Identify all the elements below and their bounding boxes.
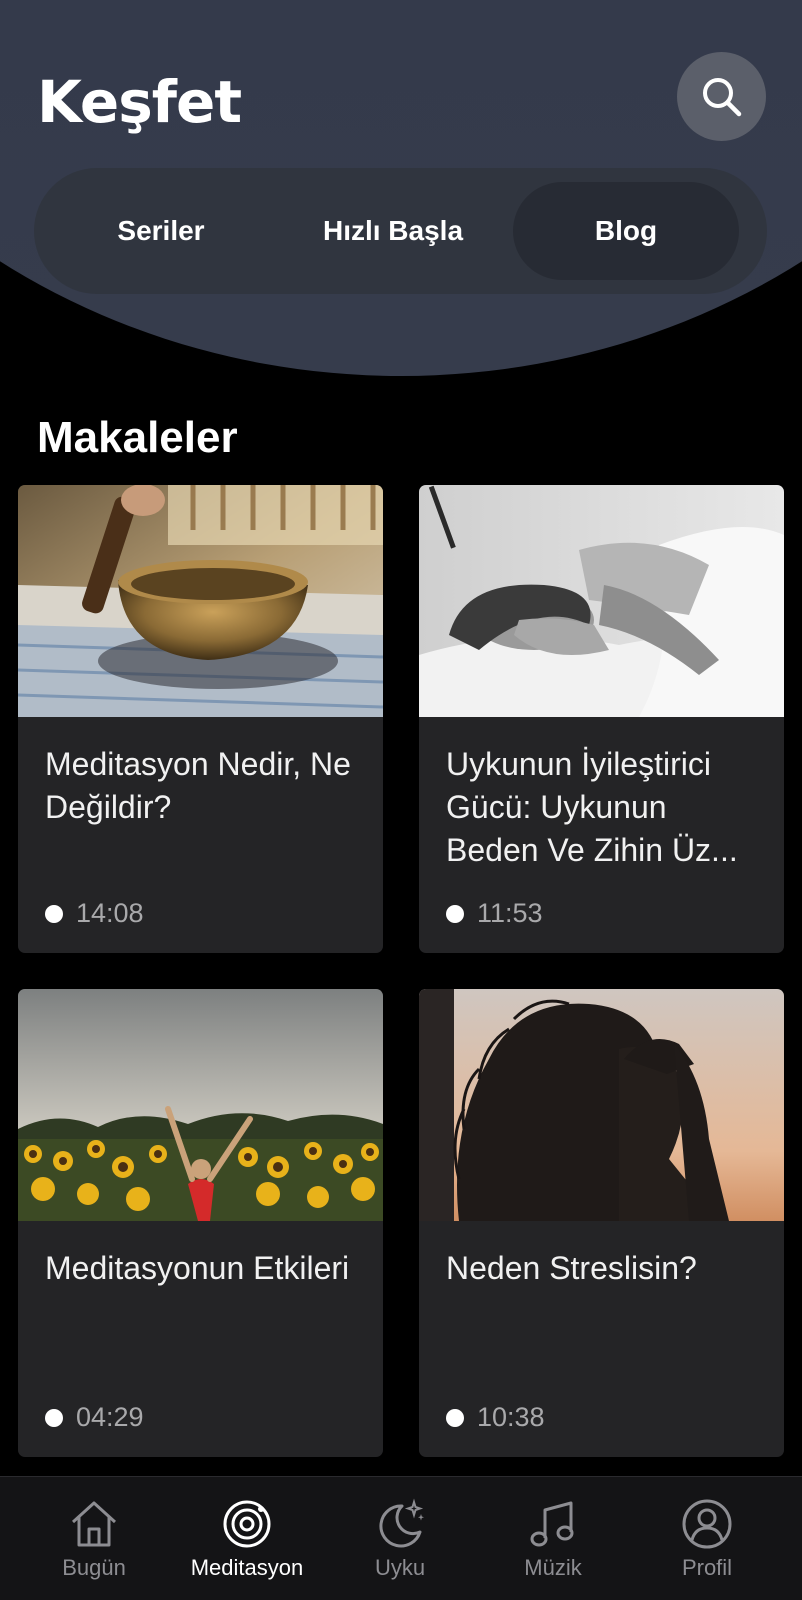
home-icon	[67, 1497, 121, 1551]
tab-hizli-basla[interactable]: Hızlı Başla	[280, 182, 506, 280]
article-duration: 10:38	[446, 1402, 545, 1433]
sleeping-woman-photo	[419, 485, 784, 717]
nav-label: Bugün	[62, 1555, 126, 1580]
article-duration: 04:29	[45, 1402, 144, 1433]
bullet-icon	[446, 904, 464, 923]
bullet-icon	[45, 1408, 63, 1427]
music-note-icon	[526, 1497, 580, 1551]
nav-label: Müzik	[524, 1555, 582, 1580]
nav-item-profil[interactable]: Profil	[627, 1477, 787, 1600]
bullet-icon	[45, 904, 63, 923]
article-duration: 14:08	[45, 898, 144, 929]
profile-icon	[680, 1497, 734, 1551]
tab-blog[interactable]: Blog	[513, 182, 739, 280]
bottom-navigation: Bugün Meditasyon Uyku Müzik Profil	[0, 1476, 802, 1600]
tab-switcher: Seriler Hızlı Başla Blog	[34, 168, 767, 294]
nav-label: Profil	[681, 1555, 733, 1580]
article-card[interactable]: Neden Streslisin? 10:38	[419, 989, 784, 1457]
nav-item-bugun[interactable]: Bugün	[14, 1477, 174, 1600]
duration-text: 14:08	[76, 898, 144, 928]
article-card[interactable]: Uykunun İyileştirici Gücü: Uykunun Beden…	[419, 485, 784, 953]
article-title: Uykunun İyileştirici Gücü: Uykunun Beden…	[446, 746, 738, 868]
article-title: Meditasyonun Etkileri	[45, 1250, 350, 1286]
tab-seriler[interactable]: Seriler	[48, 182, 274, 280]
article-title: Neden Streslisin?	[446, 1250, 697, 1286]
section-title: Makaleler	[37, 413, 238, 462]
article-duration: 11:53	[446, 898, 543, 929]
duration-text: 11:53	[477, 898, 543, 928]
nav-item-muzik[interactable]: Müzik	[473, 1477, 633, 1600]
meditation-icon	[220, 1497, 274, 1551]
stressed-woman-silhouette-photo	[419, 989, 784, 1221]
nav-label: Uyku	[374, 1555, 426, 1580]
explore-screen: Keşfet Seriler Hızlı Başla Blog Makalele…	[0, 0, 802, 1600]
nav-item-uyku[interactable]: Uyku	[320, 1477, 480, 1600]
search-button[interactable]	[677, 52, 766, 141]
article-card[interactable]: Meditasyon Nedir, Ne Değildir? 14:08	[18, 485, 383, 953]
bullet-icon	[446, 1408, 464, 1427]
nav-item-meditasyon[interactable]: Meditasyon	[167, 1477, 327, 1600]
article-title: Meditasyon Nedir, Ne Değildir?	[45, 746, 351, 825]
singing-bowl-photo	[18, 485, 383, 717]
nav-label: Meditasyon	[190, 1555, 304, 1580]
duration-text: 04:29	[76, 1402, 144, 1432]
sunflower-field-photo	[18, 989, 383, 1221]
duration-text: 10:38	[477, 1402, 545, 1432]
search-icon	[702, 77, 741, 116]
moon-icon	[373, 1497, 427, 1551]
page-title: Keşfet	[37, 68, 242, 136]
article-card[interactable]: Meditasyonun Etkileri 04:29	[18, 989, 383, 1457]
